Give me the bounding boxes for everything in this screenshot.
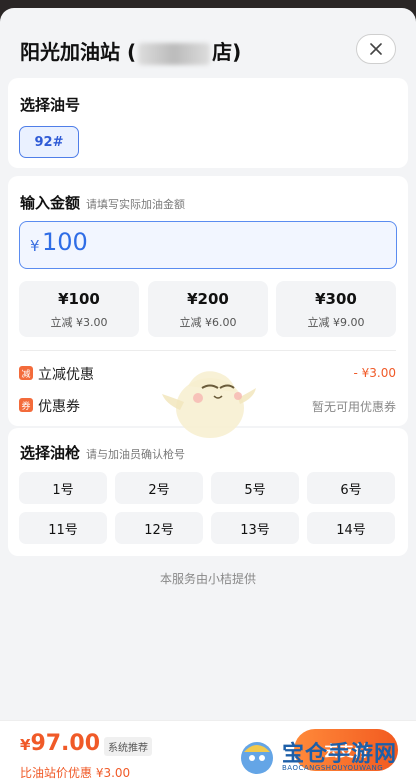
gun-13[interactable]: 13号 xyxy=(211,512,299,544)
close-button[interactable] xyxy=(356,34,396,64)
recommend-tag: 系统推荐 xyxy=(104,737,152,756)
amount-option-saving: 立减 ¥3.00 xyxy=(50,316,108,329)
discount-label: 立减优惠 xyxy=(38,367,94,383)
discount-value: - ¥3.00 xyxy=(353,366,397,380)
fuel-type-card: 选择油号 92# xyxy=(8,78,408,168)
amount-option-value: ¥200 xyxy=(187,290,229,308)
fuel-type-chip-92[interactable]: 92# xyxy=(19,126,79,158)
chick-mascot-image xyxy=(162,371,256,438)
discount-icon: 减 xyxy=(19,366,33,380)
fuel-order-sheet: 阳光加油站 (店) 选择油号 92# 输入金额 请填写实际加油金额 ¥ 100 … xyxy=(0,8,416,782)
gun-11[interactable]: 11号 xyxy=(19,512,107,544)
coupon-label: 优惠券 xyxy=(38,399,80,415)
divider xyxy=(20,350,396,351)
coupon-icon: 券 xyxy=(19,398,33,412)
fuel-gun-card: 选择油枪 请与加油员确认枪号 1号 2号 5号 6号 11号 12号 13号 1… xyxy=(8,428,408,556)
close-icon xyxy=(370,43,382,55)
gun-14[interactable]: 14号 xyxy=(307,512,395,544)
fuel-gun-title: 选择油枪 xyxy=(20,444,81,462)
amount-option-300[interactable]: ¥300 立减 ¥9.00 xyxy=(276,281,396,337)
gun-6[interactable]: 6号 xyxy=(307,472,395,504)
gun-1[interactable]: 1号 xyxy=(19,472,107,504)
fuel-type-title: 选择油号 xyxy=(20,96,81,114)
gun-5[interactable]: 5号 xyxy=(211,472,299,504)
amount-input[interactable]: ¥ 100 xyxy=(19,221,397,269)
coupon-value[interactable]: 暂无可用优惠券 xyxy=(312,398,396,415)
price-currency: ¥ xyxy=(20,736,31,754)
gun-12[interactable]: 12号 xyxy=(115,512,203,544)
amount-value: 100 xyxy=(42,228,88,256)
price-saving-note: 比油站价优惠 ¥3.00 xyxy=(20,766,131,780)
amount-option-value: ¥100 xyxy=(58,290,100,308)
station-title-prefix: 阳光加油站 ( xyxy=(20,40,137,64)
site-watermark: 宝仓手游网 BAOCANGSHOUYOUWANG xyxy=(232,732,416,782)
amount-currency: ¥ xyxy=(30,237,40,255)
amount-option-100[interactable]: ¥100 立减 ¥3.00 xyxy=(19,281,139,337)
amount-option-saving: 立减 ¥6.00 xyxy=(179,316,237,329)
amount-option-value: ¥300 xyxy=(315,290,357,308)
amount-title: 输入金额 xyxy=(20,194,81,212)
watermark-logo-icon xyxy=(241,742,273,774)
final-price: ¥97.00 xyxy=(20,731,100,756)
fuel-gun-hint: 请与加油员确认枪号 xyxy=(86,448,185,461)
amount-option-200[interactable]: ¥200 立减 ¥6.00 xyxy=(148,281,268,337)
amount-option-saving: 立减 ¥9.00 xyxy=(307,316,365,329)
sheet-header: 阳光加油站 ( 店) xyxy=(0,8,416,78)
station-title: 阳光加油站 ( 店) xyxy=(20,36,241,65)
gun-2[interactable]: 2号 xyxy=(115,472,203,504)
watermark-subtext: BAOCANGSHOUYOUWANG xyxy=(282,764,384,772)
amount-hint: 请填写实际加油金额 xyxy=(86,198,185,211)
service-provider-note: 本服务由小桔提供 xyxy=(159,572,256,586)
redacted-branch-name xyxy=(138,42,211,65)
price-value: 97.00 xyxy=(30,731,101,756)
station-title-suffix: 店) xyxy=(212,40,242,64)
